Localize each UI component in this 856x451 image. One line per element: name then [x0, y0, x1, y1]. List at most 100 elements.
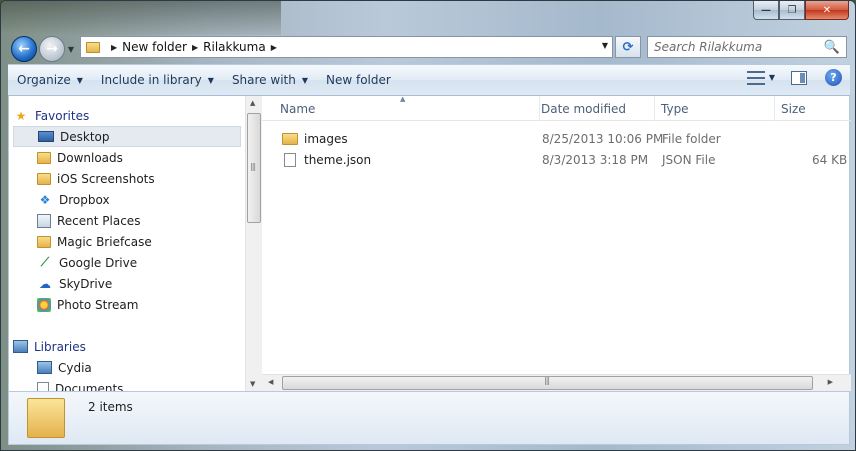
breadcrumb-separator[interactable]: ▶ [271, 43, 277, 52]
new-folder-label: New folder [326, 73, 391, 87]
sidebar-item-label: Documents [55, 381, 124, 392]
toolbar-right: ▼ ? [746, 69, 842, 86]
file-date: 8/25/2013 10:06 PM [542, 131, 664, 146]
include-label: Include in library [100, 73, 202, 87]
caption-buttons: — ❐ ✕ [753, 1, 849, 20]
include-in-library-button[interactable]: Include in library ▼ [92, 68, 223, 92]
close-button[interactable]: ✕ [805, 1, 849, 20]
file-name: images [304, 131, 348, 146]
sidebar-item-google-drive[interactable]: ⟋ Google Drive [13, 252, 241, 273]
explorer-window: — ❐ ✕ ← → ▼ ▶ New folder ▶ Rilakkuma ▶ ▼… [0, 0, 856, 451]
scroll-left-icon[interactable]: ◀ [268, 378, 273, 386]
sidebar-item-label: Recent Places [57, 213, 141, 228]
star-icon: ★ [15, 108, 27, 123]
share-label: Share with [231, 73, 296, 87]
scroll-grip: ||| [544, 376, 550, 385]
library-icon [37, 361, 52, 374]
libraries-icon [13, 340, 28, 353]
chevron-down-icon: ▼ [207, 75, 214, 85]
sidebar-item-documents[interactable]: Documents [13, 378, 241, 391]
preview-pane-icon[interactable] [791, 70, 807, 85]
scroll-up-icon[interactable]: ▲ [250, 99, 255, 107]
file-type: JSON File [662, 152, 716, 167]
breadcrumb-new-folder[interactable]: New folder [122, 40, 187, 54]
favorites-label: Favorites [35, 108, 90, 123]
sidebar-group-libraries[interactable]: Libraries [13, 336, 241, 357]
column-header-type[interactable]: Type [655, 96, 775, 121]
file-name: theme.json [304, 152, 372, 167]
address-bar[interactable]: ▶ New folder ▶ Rilakkuma ▶ ▼ [80, 36, 613, 58]
scroll-grip: ||| [250, 162, 256, 171]
horizontal-scrollbar[interactable]: ◀ ||| ▶ [262, 374, 851, 391]
sidebar-item-magic-briefcase[interactable]: Magic Briefcase [13, 231, 241, 252]
desktop-icon [38, 131, 54, 142]
column-header-date-modified[interactable]: Date modified [535, 96, 655, 121]
folder-icon [37, 172, 51, 185]
sidebar-item-label: Photo Stream [57, 297, 139, 312]
folder-icon [37, 235, 51, 248]
sidebar-item-label: Dropbox [59, 192, 110, 207]
change-view-icon[interactable] [746, 70, 765, 85]
google-drive-icon: ⟋ [40, 255, 50, 269]
breadcrumb-separator[interactable]: ▶ [192, 43, 198, 52]
breadcrumb-rilakkuma[interactable]: Rilakkuma [203, 40, 266, 54]
file-list: ▲ Name Date modified Type Size images 8/… [262, 95, 851, 391]
downloads-folder-icon [37, 151, 51, 164]
navigation-scrollbar[interactable]: ▲ ||| ▼ [245, 96, 262, 391]
glass-background [1, 1, 281, 35]
organize-label: Organize [17, 73, 71, 87]
breadcrumb-separator[interactable]: ▶ [111, 43, 117, 52]
details-pane: 2 items [8, 391, 850, 445]
sidebar-item-label: Magic Briefcase [57, 234, 152, 249]
sidebar-item-label: Desktop [60, 129, 110, 144]
sidebar-item-recent-places[interactable]: Recent Places [13, 210, 241, 231]
skydrive-icon: ☁ [39, 276, 51, 291]
search-icon[interactable]: 🔍 [824, 40, 840, 55]
photo-stream-icon [37, 297, 51, 312]
recent-pages-dropdown[interactable]: ▼ [65, 42, 77, 56]
view-options-dropdown[interactable]: ▼ [769, 73, 775, 82]
item-count: 2 items [88, 400, 133, 414]
sidebar-item-downloads[interactable]: Downloads [13, 147, 241, 168]
forward-arrow-icon: → [46, 41, 58, 57]
refresh-icon: ⟳ [622, 39, 634, 55]
minimize-button[interactable]: — [753, 1, 779, 20]
scroll-down-icon[interactable]: ▼ [250, 380, 255, 388]
chevron-down-icon: ▼ [301, 75, 308, 85]
scroll-right-icon[interactable]: ▶ [828, 378, 833, 386]
maximize-button[interactable]: ❐ [779, 1, 805, 20]
back-button[interactable]: ← [11, 36, 37, 62]
sidebar-item-ios-screenshots[interactable]: iOS Screenshots [13, 168, 241, 189]
sidebar-item-label: Downloads [57, 150, 123, 165]
sidebar-item-cydia[interactable]: Cydia [13, 357, 241, 378]
sidebar-item-label: Cydia [58, 360, 92, 375]
client-area: ★ Favorites Desktop Downloads iOS Screen… [8, 95, 851, 391]
libraries-label: Libraries [34, 339, 86, 354]
file-type: File folder [662, 131, 721, 146]
sidebar-item-desktop[interactable]: Desktop [13, 126, 241, 147]
address-dropdown[interactable]: ▼ [602, 41, 608, 50]
column-header-size[interactable]: Size [775, 96, 851, 121]
search-box[interactable]: 🔍 [647, 36, 847, 58]
file-row[interactable]: theme.json 8/3/2013 3:18 PM JSON File 64… [262, 149, 851, 170]
forward-button[interactable]: → [39, 36, 65, 62]
search-input[interactable] [654, 40, 829, 54]
sidebar-group-favorites[interactable]: ★ Favorites [13, 105, 241, 126]
organize-button[interactable]: Organize ▼ [8, 68, 92, 92]
share-with-button[interactable]: Share with ▼ [223, 68, 317, 92]
column-header-name[interactable]: Name [274, 96, 540, 121]
recent-places-icon [37, 213, 51, 228]
sidebar-item-label: SkyDrive [59, 276, 113, 291]
chevron-down-icon: ▼ [76, 75, 83, 85]
refresh-button[interactable]: ⟳ [615, 36, 641, 58]
file-row[interactable]: images 8/25/2013 10:06 PM File folder [262, 128, 851, 149]
command-bar: Organize ▼ Include in library ▼ Share wi… [8, 64, 850, 96]
sidebar-item-dropbox[interactable]: ❖ Dropbox [13, 189, 241, 210]
sidebar-item-label: Google Drive [59, 255, 138, 270]
sidebar-item-photo-stream[interactable]: Photo Stream [13, 294, 241, 315]
new-folder-button[interactable]: New folder [317, 68, 400, 92]
sidebar-item-skydrive[interactable]: ☁ SkyDrive [13, 273, 241, 294]
column-header-row: ▲ Name Date modified Type Size [262, 95, 851, 121]
help-icon[interactable]: ? [825, 69, 842, 86]
file-date: 8/3/2013 3:18 PM [542, 152, 649, 167]
